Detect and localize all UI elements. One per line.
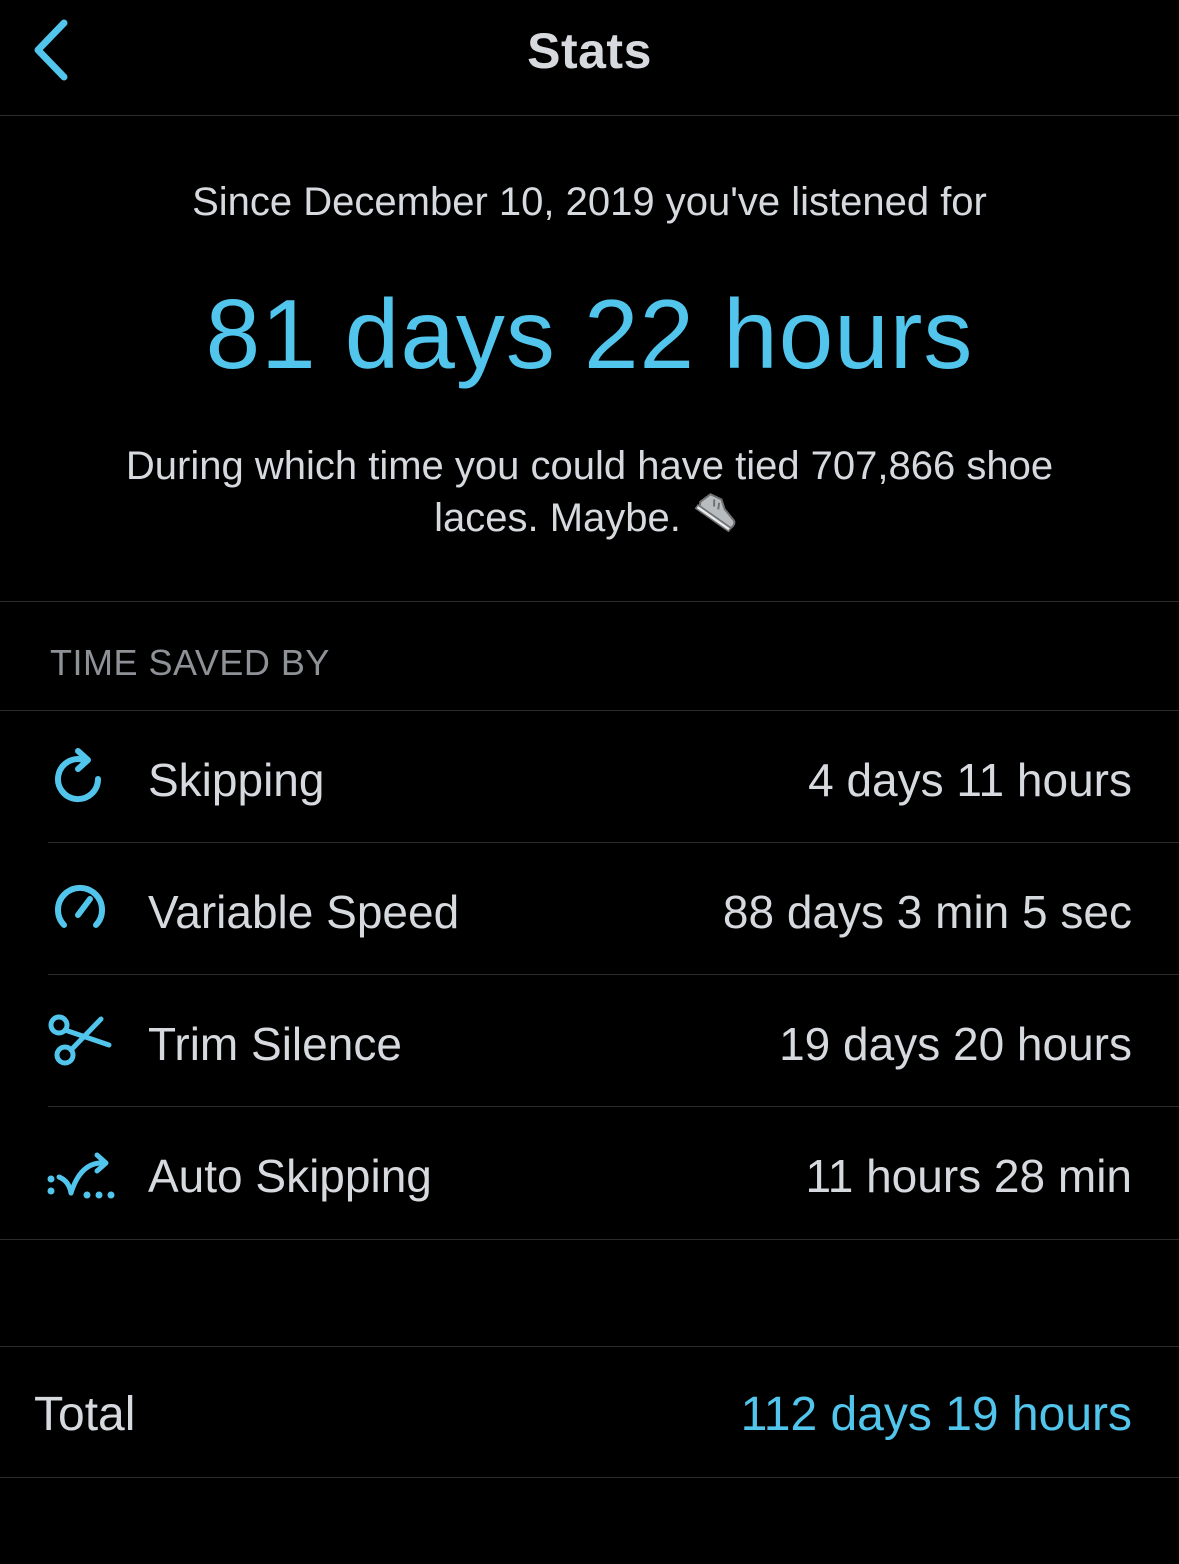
list-item-trim-silence[interactable]: Trim Silence 19 days 20 hours [0, 975, 1179, 1107]
skip-refresh-icon [44, 745, 116, 809]
row-value: 11 hours 28 min [805, 1150, 1132, 1202]
total-value: 112 days 19 hours [740, 1388, 1132, 1441]
sneaker-icon [693, 488, 745, 545]
section-header-time-saved: TIME SAVED BY [50, 642, 330, 683]
row-value: 88 days 3 min 5 sec [722, 886, 1132, 938]
scissors-icon [44, 1009, 116, 1073]
fun-fact: During which time you could have tied 70… [80, 440, 1099, 549]
list-item-auto-skipping[interactable]: Auto Skipping 11 hours 28 min [0, 1107, 1179, 1239]
nav-bar: Stats [0, 0, 1179, 116]
listening-summary: Since December 10, 2019 you've listened … [0, 116, 1179, 602]
time-saved-list: Skipping 4 days 11 hours Variable Speed … [0, 710, 1179, 1240]
speedometer-icon [44, 877, 116, 941]
list-item-skipping[interactable]: Skipping 4 days 11 hours [0, 711, 1179, 843]
total-label: Total [34, 1388, 136, 1441]
row-label: Auto Skipping [148, 1150, 432, 1202]
row-value: 19 days 20 hours [779, 1018, 1132, 1070]
row-value: 4 days 11 hours [808, 754, 1132, 806]
fun-fact-text: During which time you could have tied 70… [125, 444, 1054, 541]
list-item-variable-speed[interactable]: Variable Speed 88 days 3 min 5 sec [0, 843, 1179, 975]
row-label: Trim Silence [148, 1018, 402, 1070]
row-label: Variable Speed [148, 886, 460, 938]
listened-time: 81 days 22 hours [205, 279, 974, 389]
total-row: Total 112 days 19 hours [0, 1346, 1179, 1478]
row-label: Skipping [148, 754, 325, 806]
since-text: Since December 10, 2019 you've listened … [192, 180, 987, 224]
page-title: Stats [527, 23, 652, 79]
auto-skip-icon [44, 1141, 116, 1205]
